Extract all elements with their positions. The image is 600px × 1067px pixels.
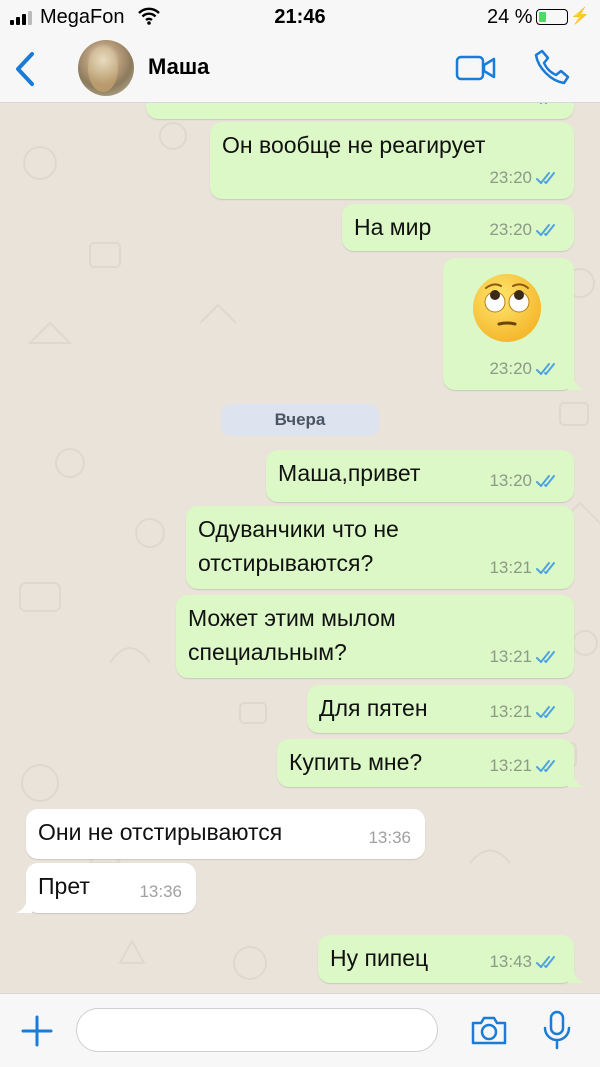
- status-bar: MegaFon 21:46 24 % ⚡: [0, 0, 600, 36]
- message-time: 13:43: [489, 952, 532, 971]
- message-time: 13:21: [489, 558, 532, 577]
- message-text: Он вообще не реагирует: [222, 132, 486, 158]
- read-receipt-icon: [536, 172, 555, 184]
- attach-plus-icon[interactable]: [20, 1014, 54, 1048]
- bubble-tail: [568, 967, 584, 983]
- battery-icon: [536, 9, 568, 25]
- date-separator: Вчера: [221, 404, 379, 436]
- message-bubble-outgoing[interactable]: Маша,привет 13:20: [266, 450, 574, 502]
- message-time: 13:36: [368, 828, 411, 847]
- bubble-tail: [568, 771, 584, 787]
- message-time: 23:20: [489, 359, 532, 378]
- message-text: Маша,привет: [278, 460, 421, 486]
- message-text: Ну пипец: [330, 945, 429, 971]
- message-input[interactable]: [77, 1009, 437, 1051]
- message-bubble-incoming[interactable]: Прет 13:36: [16, 863, 196, 913]
- chat-header: Маша: [0, 36, 600, 103]
- read-receipt-icon: [536, 363, 555, 375]
- read-receipt-icon: [536, 651, 555, 663]
- read-receipt-icon: [536, 562, 555, 574]
- charging-icon: ⚡: [570, 8, 590, 25]
- read-receipt-icon: [536, 760, 555, 772]
- read-receipt-icon: [536, 706, 555, 718]
- message-bubble-outgoing[interactable]: Может этим мылом специальным? 13:21: [176, 595, 574, 678]
- message-time: 23:20: [489, 168, 532, 187]
- message-time: 13:20: [489, 471, 532, 490]
- read-receipt-icon: [536, 475, 555, 487]
- message-bubble-outgoing[interactable]: Для пятен 13:21: [307, 685, 574, 733]
- message-time: 13:36: [139, 882, 182, 901]
- face-with-rolling-eyes-icon: [473, 274, 541, 342]
- phone-call-icon[interactable]: [533, 48, 571, 86]
- message-text: Прет: [38, 873, 90, 899]
- message-time: 13:21: [489, 702, 532, 721]
- message-text: Купить мне?: [289, 749, 423, 775]
- message-text: Одуванчики что не отстирываются?: [198, 516, 399, 576]
- message-bubble-outgoing[interactable]: 23:20: [146, 103, 574, 119]
- contact-name[interactable]: Маша: [148, 54, 209, 80]
- message-bubble-outgoing[interactable]: Ну пипец 13:43: [318, 935, 584, 983]
- message-text: На мир: [354, 214, 432, 240]
- message-input-wrapper[interactable]: [76, 1008, 438, 1052]
- bubble-tail: [16, 897, 32, 913]
- message-bubble-outgoing[interactable]: Одуванчики что не отстирываются? 13:21: [186, 506, 574, 589]
- message-time: 13:21: [489, 647, 532, 666]
- message-text: Они не отстирываются: [38, 819, 283, 845]
- video-call-icon[interactable]: [455, 54, 497, 82]
- message-time: 23:20: [489, 220, 532, 239]
- message-text: Может этим мылом специальным?: [188, 605, 396, 665]
- message-bubble-outgoing[interactable]: Купить мне? 13:21: [277, 739, 584, 787]
- message-bubble-outgoing[interactable]: На мир 23:20: [342, 204, 574, 251]
- microphone-icon[interactable]: [542, 1010, 572, 1050]
- message-bubble-incoming[interactable]: Они не отстирываются 13:36: [26, 809, 425, 859]
- message-time: 13:21: [489, 756, 532, 775]
- bubble-tail: [568, 374, 584, 390]
- read-receipt-icon: [536, 956, 555, 968]
- composer-bar: [0, 993, 600, 1067]
- message-bubble-outgoing[interactable]: 23:20: [443, 258, 584, 390]
- back-chevron-icon[interactable]: [10, 48, 40, 90]
- message-bubble-outgoing[interactable]: Он вообще не реагирует 23:20: [210, 122, 574, 199]
- read-receipt-icon: [539, 103, 548, 104]
- avatar[interactable]: [78, 40, 134, 96]
- message-time: 23:20: [489, 103, 532, 115]
- camera-icon[interactable]: [470, 1014, 508, 1046]
- battery-percentage: 24 %: [487, 6, 533, 28]
- message-list[interactable]: 23:20 Он вообще не реагирует 23:20 На ми…: [0, 103, 600, 993]
- message-text: Для пятен: [319, 695, 428, 721]
- read-receipt-icon: [536, 224, 555, 236]
